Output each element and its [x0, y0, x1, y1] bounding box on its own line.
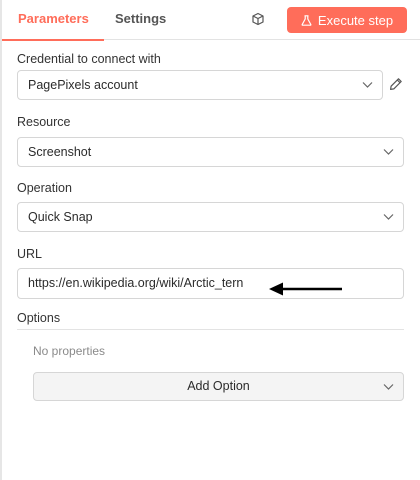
add-option-button[interactable]: Add Option [33, 372, 404, 401]
pencil-icon[interactable] [389, 77, 403, 91]
tab-parameters-label: Parameters [18, 11, 89, 26]
chevron-down-icon [383, 214, 394, 220]
chevron-down-icon [383, 149, 394, 155]
chevron-down-icon [362, 82, 373, 88]
resource-value: Screenshot [28, 145, 92, 159]
options-label: Options [17, 311, 61, 325]
no-properties-text: No properties [33, 344, 106, 358]
resource-select[interactable]: Screenshot [17, 137, 404, 167]
credential-select[interactable]: PagePixels account [17, 70, 383, 100]
operation-select[interactable]: Quick Snap [17, 202, 404, 232]
credential-value: PagePixels account [28, 78, 138, 92]
chevron-down-icon [383, 384, 394, 390]
execute-step-button[interactable]: Execute step [287, 7, 407, 33]
execute-step-label: Execute step [317, 12, 394, 28]
panel-left-border [0, 0, 2, 480]
active-tab-underline [2, 39, 104, 41]
operation-label: Operation [17, 181, 72, 195]
flask-icon [301, 14, 312, 26]
tab-parameters[interactable]: Parameters [2, 0, 104, 41]
cube-icon[interactable] [251, 12, 265, 26]
add-option-label: Add Option [187, 379, 250, 393]
url-input[interactable]: https://en.wikipedia.org/wiki/Arctic_ter… [17, 268, 404, 299]
operation-value: Quick Snap [28, 210, 93, 224]
url-value: https://en.wikipedia.org/wiki/Arctic_ter… [28, 276, 244, 290]
arrow-left-icon [269, 282, 342, 296]
tab-settings-label: Settings [115, 11, 167, 26]
credential-label: Credential to connect with [17, 52, 161, 66]
options-divider [17, 329, 404, 330]
tab-bar: Parameters Settings Execute step [2, 0, 420, 41]
tab-settings[interactable]: Settings [115, 0, 166, 40]
resource-label: Resource [17, 115, 71, 129]
url-label: URL [17, 247, 43, 261]
